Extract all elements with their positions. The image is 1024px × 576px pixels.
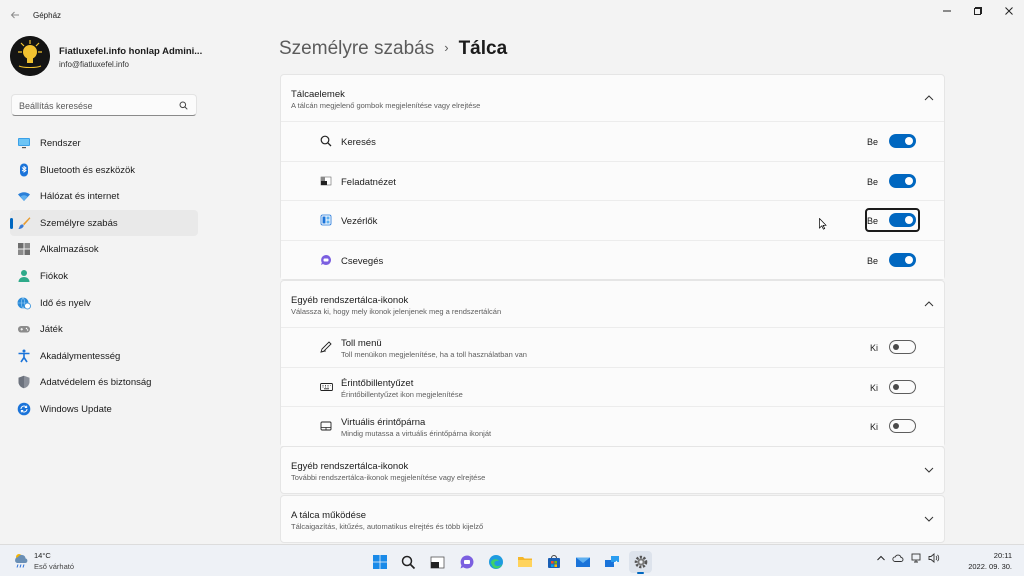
widgets-toggle[interactable] — [889, 213, 916, 227]
maximize-button[interactable] — [963, 4, 993, 18]
monitor-icon — [17, 136, 31, 150]
sidebar-item-bluetooth[interactable]: Bluetooth és eszközök — [10, 157, 198, 184]
virtual-touchpad-toggle[interactable] — [889, 419, 916, 433]
task-view-icon — [320, 175, 334, 189]
brush-icon — [17, 216, 31, 230]
taskbar-behaviors-section[interactable]: A tálca működése Tálcaigazítás, kitűzés,… — [280, 495, 945, 543]
chevron-up-icon[interactable] — [876, 553, 886, 565]
setting-row-widgets: Vezérlők Be — [281, 200, 944, 240]
setting-row-pen-menu: Toll menü Toll menüikon megjelenítése, h… — [281, 327, 944, 367]
section-header[interactable]: Tálcaelemek A tálcán megjelenő gombok me… — [281, 75, 944, 121]
section-header[interactable]: A tálca működése Tálcaigazítás, kitűzés,… — [281, 496, 944, 542]
chat-toggle[interactable] — [889, 252, 916, 267]
globe-clock-icon — [17, 296, 31, 310]
mail-icon[interactable] — [571, 551, 594, 573]
back-arrow-icon[interactable] — [10, 10, 20, 23]
clock-time: 20:11 — [993, 551, 1012, 560]
search-icon[interactable] — [397, 551, 420, 573]
profile-name: Fiatluxefel.info honlap Admini... — [59, 46, 203, 57]
sidebar-item-accounts[interactable]: Fiókok — [10, 263, 198, 290]
user-profile[interactable]: Fiatluxefel.info honlap Admini... info@f… — [10, 36, 210, 80]
other-tray-icons-section[interactable]: Egyéb rendszertálca-ikonok További rends… — [280, 446, 945, 494]
apps-icon — [17, 242, 31, 256]
windows-start-icon[interactable] — [368, 551, 391, 573]
system-tray — [876, 553, 940, 565]
weather-rain-icon[interactable] — [12, 551, 30, 571]
clock-date: 2022. 09. 30. — [968, 562, 1012, 571]
page-title: Tálca — [458, 38, 508, 59]
remote-icon[interactable] — [600, 551, 623, 573]
sidebar-nav: Rendszer Bluetooth és eszközök Hálózat é… — [10, 130, 198, 423]
sidebar-item-network[interactable]: Hálózat és internet — [10, 183, 198, 210]
setting-row-touch-keyboard: Érintőbillentyűzet Érintőbillentyűzet ik… — [281, 366, 944, 406]
setting-row-task-view: Feladatnézet Be — [281, 160, 944, 200]
bluetooth-icon — [17, 163, 31, 177]
sidebar-item-privacy-security[interactable]: Adatvédelem és biztonság — [10, 369, 198, 396]
pen-menu-toggle[interactable] — [889, 340, 916, 354]
chevron-up-icon[interactable] — [924, 299, 934, 309]
chevron-up-icon[interactable] — [924, 93, 934, 103]
taskbar-items-section: Tálcaelemek A tálcán megjelenő gombok me… — [280, 74, 945, 280]
update-icon — [17, 402, 31, 416]
sidebar-item-system[interactable]: Rendszer — [10, 130, 198, 157]
search-icon — [320, 135, 334, 149]
setting-row-chat: Csevegés Be — [281, 239, 944, 279]
avatar — [10, 36, 50, 76]
sidebar-item-personalization[interactable]: Személyre szabás — [10, 209, 198, 237]
setting-row-search: Keresés Be — [281, 121, 944, 161]
breadcrumb: Személyre szabás › Tálca — [279, 38, 507, 60]
edge-icon[interactable] — [484, 551, 507, 573]
sidebar-item-accessibility[interactable]: Akadálymentesség — [10, 343, 198, 370]
pen-icon — [320, 341, 334, 355]
sidebar-item-gaming[interactable]: Játék — [10, 316, 198, 343]
settings-icon[interactable] — [629, 551, 652, 574]
setting-row-virtual-touchpad: Virtuális érintőpárna Mindig mutassa a v… — [281, 406, 944, 446]
sidebar-item-windows-update[interactable]: Windows Update — [10, 396, 198, 423]
task-view-toggle[interactable] — [889, 173, 916, 188]
wifi-icon — [17, 189, 31, 203]
network-icon[interactable] — [910, 553, 922, 565]
minimize-button[interactable] — [932, 4, 962, 18]
search-input[interactable] — [19, 99, 169, 112]
chevron-down-icon[interactable] — [924, 465, 934, 475]
task-view-icon[interactable] — [426, 551, 449, 573]
shield-icon — [17, 375, 31, 389]
file-explorer-icon[interactable] — [513, 551, 536, 573]
touch-keyboard-toggle[interactable] — [889, 379, 916, 394]
gamepad-icon — [17, 322, 31, 336]
weather-description[interactable]: Eső várható — [34, 562, 74, 571]
breadcrumb-parent[interactable]: Személyre szabás — [279, 38, 434, 59]
settings-search-box[interactable] — [11, 94, 197, 116]
title-bar: Gépház — [0, 0, 1024, 32]
sidebar-item-apps[interactable]: Alkalmazások — [10, 236, 198, 263]
breadcrumb-separator: › — [444, 40, 449, 55]
speaker-icon[interactable] — [928, 553, 940, 565]
section-header[interactable]: Egyéb rendszertálca-ikonok Válassza ki, … — [281, 281, 944, 327]
taskbar: 14°C Eső várható 20:11 2022. 09. 30. — [0, 544, 1024, 576]
keyboard-icon — [320, 381, 334, 395]
section-header[interactable]: Egyéb rendszertálca-ikonok További rends… — [281, 447, 944, 493]
search-icon[interactable] — [179, 101, 188, 112]
accessibility-icon — [17, 349, 31, 363]
taskbar-apps — [368, 551, 652, 574]
chat-icon — [320, 254, 334, 268]
widgets-icon — [320, 214, 334, 228]
search-toggle[interactable] — [889, 134, 916, 148]
onedrive-cloud-icon[interactable] — [892, 553, 904, 565]
mouse-pointer-icon — [819, 217, 827, 232]
person-icon — [17, 269, 31, 283]
store-icon[interactable] — [542, 551, 565, 573]
weather-temperature[interactable]: 14°C — [34, 551, 51, 560]
taskbar-clock[interactable]: 20:11 2022. 09. 30. — [968, 550, 1012, 572]
chat-icon[interactable] — [455, 551, 478, 573]
chevron-down-icon[interactable] — [924, 514, 934, 524]
profile-email: info@fiatluxefel.info — [59, 60, 129, 69]
system-tray-icons-section: Egyéb rendszertálca-ikonok Válassza ki, … — [280, 280, 945, 447]
window-title: Gépház — [33, 11, 62, 20]
touchpad-icon — [320, 420, 334, 434]
close-button[interactable] — [994, 4, 1024, 18]
sidebar-item-time-language[interactable]: Idő és nyelv — [10, 290, 198, 317]
